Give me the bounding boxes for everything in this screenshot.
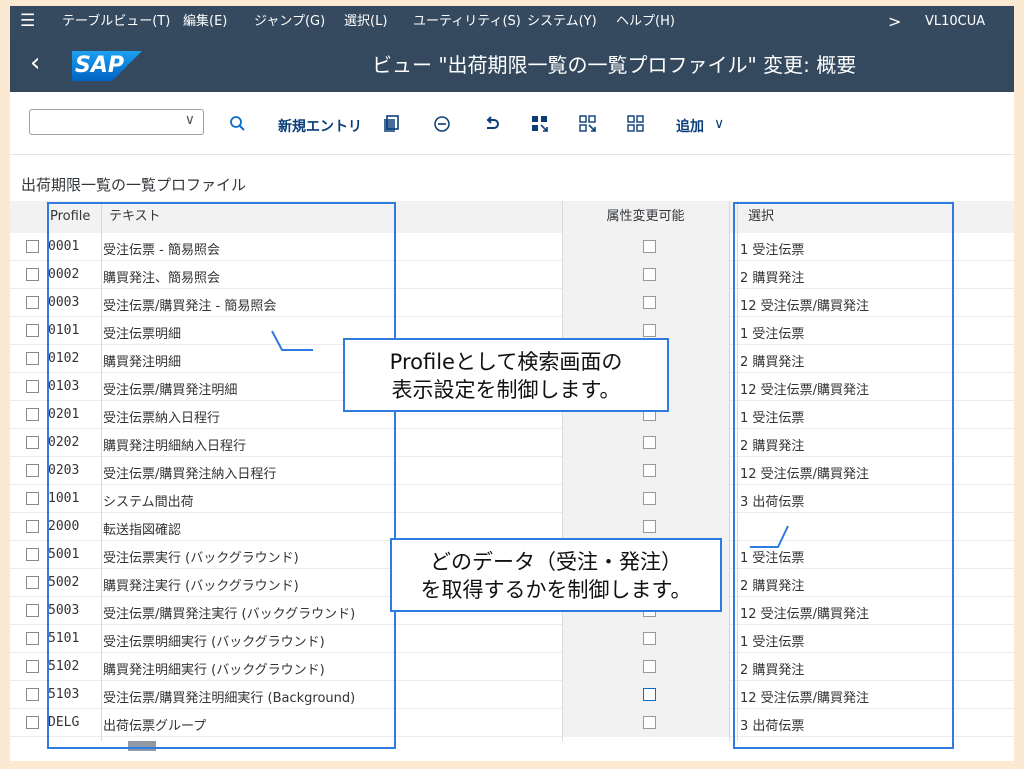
attr-changeable-checkbox[interactable] (643, 296, 656, 309)
menu-goto[interactable]: ジャンプ(G) (254, 14, 325, 30)
row-select-checkbox[interactable] (26, 436, 39, 449)
copy-icon[interactable] (382, 114, 402, 134)
delete-icon[interactable] (432, 114, 452, 134)
row-select-checkbox[interactable] (26, 268, 39, 281)
attr-cell (562, 233, 729, 261)
annotation-frame-selection (733, 202, 954, 749)
hamburger-menu-icon[interactable]: ☰ (20, 13, 35, 30)
row-select-checkbox[interactable] (26, 296, 39, 309)
row-select-checkbox[interactable] (26, 576, 39, 589)
attr-cell (562, 261, 729, 289)
attr-cell (562, 709, 729, 737)
row-select-checkbox[interactable] (26, 492, 39, 505)
row-select-checkbox[interactable] (26, 408, 39, 421)
attr-cell (562, 625, 729, 653)
callout-profile-line2: 表示設定を制御します。 (391, 378, 621, 402)
title-bar: ‹ SAP ビュー "出荷期限一覧の一覧プロファイル" 変更: 概要 (10, 38, 1014, 92)
section-title: 出荷期限一覧の一覧プロファイル (21, 176, 247, 194)
attr-changeable-checkbox[interactable] (643, 268, 656, 281)
row-select-checkbox[interactable] (26, 464, 39, 477)
attr-changeable-checkbox[interactable] (643, 436, 656, 449)
layout-dropdown[interactable]: ∨ (29, 109, 204, 135)
toolbar: ∨ 新規エントリ 追加 ∨ (10, 92, 1014, 155)
select-block-icon[interactable] (578, 114, 598, 134)
sap-logo: SAP (72, 51, 142, 81)
sap-window: ☰ テーブルビュー(T) 編集(E) ジャンプ(G) 選択(L) ユーティリティ… (10, 6, 1014, 761)
attr-cell (562, 289, 729, 317)
row-select-checkbox[interactable] (26, 240, 39, 253)
add-menu-button[interactable]: 追加 (676, 116, 704, 136)
row-select-checkbox[interactable] (26, 380, 39, 393)
menu-table-view[interactable]: テーブルビュー(T) (62, 14, 170, 30)
menu-help[interactable]: ヘルプ(H) (616, 14, 675, 30)
search-icon[interactable] (228, 114, 248, 134)
callout-profile-line1: Profileとして検索画面の (389, 350, 623, 374)
attr-cell (562, 429, 729, 457)
callout-profile-note: Profileとして検索画面の 表示設定を制御します。 (343, 338, 669, 412)
menu-system[interactable]: システム(Y) (527, 14, 597, 30)
row-select-checkbox[interactable] (26, 688, 39, 701)
row-select-checkbox[interactable] (26, 632, 39, 645)
page-title: ビュー "出荷期限一覧の一覧プロファイル" 変更: 概要 (372, 53, 857, 77)
attr-changeable-checkbox[interactable] (643, 464, 656, 477)
deselect-all-icon[interactable] (626, 114, 646, 134)
attr-changeable-checkbox[interactable] (643, 324, 656, 337)
chevron-down-icon: ∨ (184, 112, 195, 128)
attr-changeable-checkbox[interactable] (643, 632, 656, 645)
attr-cell (562, 457, 729, 485)
row-select-checkbox[interactable] (26, 660, 39, 673)
row-select-checkbox[interactable] (26, 548, 39, 561)
menu-bar: ☰ テーブルビュー(T) 編集(E) ジャンプ(G) 選択(L) ユーティリティ… (10, 6, 1014, 38)
attr-changeable-checkbox[interactable] (643, 240, 656, 253)
chevron-right-icon[interactable]: > (888, 12, 901, 31)
transaction-code: VL10CUA (925, 14, 986, 29)
menu-select[interactable]: 選択(L) (344, 14, 387, 30)
back-icon[interactable]: ‹ (30, 50, 40, 76)
column-header-attr[interactable]: 属性変更可能 (562, 201, 729, 233)
select-all-icon[interactable] (530, 114, 550, 134)
chevron-down-icon[interactable]: ∨ (714, 116, 724, 132)
annotation-frame-profile (47, 202, 396, 749)
attr-changeable-checkbox[interactable] (643, 492, 656, 505)
attr-cell (562, 485, 729, 513)
menu-utilities[interactable]: ユーティリティ(S) (413, 14, 521, 30)
attr-cell (562, 681, 729, 709)
row-select-checkbox[interactable] (26, 520, 39, 533)
attr-changeable-checkbox[interactable] (643, 716, 656, 729)
callout-selection-line1: どのデータ（受注・発注） (430, 550, 682, 574)
attr-changeable-checkbox[interactable] (643, 520, 656, 533)
callout-selection-line2: を取得するかを制御します。 (420, 578, 692, 602)
row-select-checkbox[interactable] (26, 716, 39, 729)
undo-icon[interactable] (482, 114, 502, 134)
attr-cell (562, 513, 729, 541)
sap-logo-text: SAP (75, 53, 124, 78)
row-select-checkbox[interactable] (26, 324, 39, 337)
attr-cell (562, 653, 729, 681)
menu-edit[interactable]: 編集(E) (183, 14, 227, 30)
row-select-checkbox[interactable] (26, 604, 39, 617)
callout-selection-note: どのデータ（受注・発注） を取得するかを制御します。 (390, 538, 722, 612)
attr-changeable-checkbox[interactable] (643, 660, 656, 673)
row-select-checkbox[interactable] (26, 352, 39, 365)
attr-changeable-checkbox[interactable] (643, 688, 656, 701)
new-entry-button[interactable]: 新規エントリ (278, 116, 362, 136)
